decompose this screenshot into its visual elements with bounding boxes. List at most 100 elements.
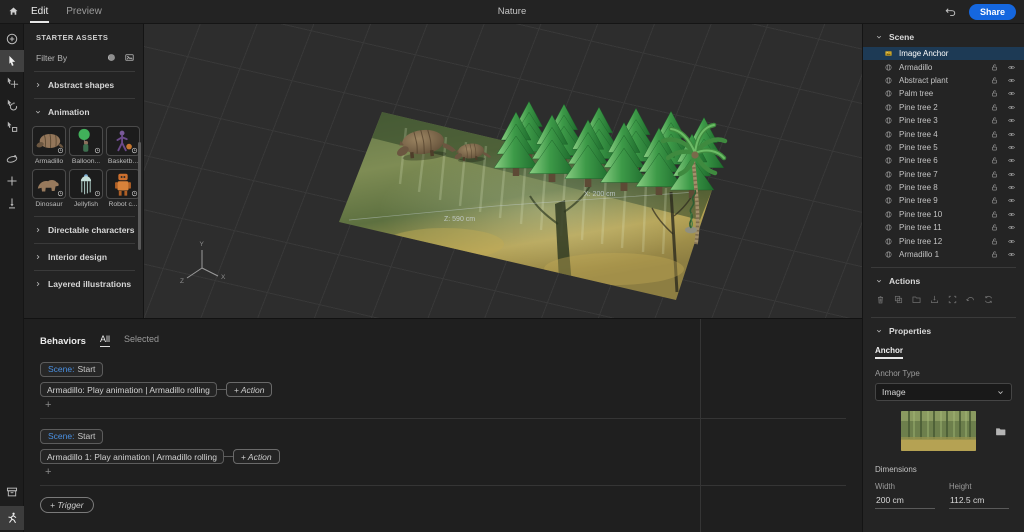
eye-icon[interactable]	[1007, 156, 1016, 165]
delete-action[interactable]	[875, 294, 886, 305]
height-input[interactable]: 112.5 cm	[949, 491, 1009, 509]
lock-open-icon[interactable]	[990, 237, 999, 246]
scene-item-pine-tree-3[interactable]: Pine tree 3	[863, 114, 1024, 127]
replace-action[interactable]	[983, 294, 994, 305]
scene-item-pine-tree-5[interactable]: Pine tree 5	[863, 141, 1024, 154]
lock-open-icon[interactable]	[990, 250, 999, 259]
lock-open-icon[interactable]	[990, 89, 999, 98]
assets-section-3[interactable]: Interior design	[24, 244, 143, 270]
scene-item-armadillo[interactable]: Armadillo	[863, 60, 1024, 73]
action-pill[interactable]: Armadillo 1: Play animation | Armadillo …	[40, 449, 224, 464]
group-action[interactable]	[911, 294, 922, 305]
eye-icon[interactable]	[1007, 250, 1016, 259]
scene-item-pine-tree-10[interactable]: Pine tree 10	[863, 208, 1024, 221]
lock-open-icon[interactable]	[990, 143, 999, 152]
lock-open-icon[interactable]	[990, 116, 999, 125]
import-action[interactable]	[929, 294, 940, 305]
anchor-tab[interactable]: Anchor	[875, 346, 903, 359]
width-input[interactable]: 200 cm	[875, 491, 935, 509]
lock-open-icon[interactable]	[990, 130, 999, 139]
action-pill[interactable]: Armadillo: Play animation | Armadillo ro…	[40, 382, 217, 397]
scene-item-pine-tree-2[interactable]: Pine tree 2	[863, 101, 1024, 114]
behaviors-tab-selected[interactable]: Selected	[124, 334, 159, 346]
scene-item-image-anchor[interactable]: Image Anchor	[863, 47, 1024, 60]
lock-open-icon[interactable]	[990, 156, 999, 165]
orbit-tool[interactable]	[0, 148, 24, 170]
add-action-button[interactable]: + Action	[233, 449, 280, 464]
lock-open-icon[interactable]	[990, 196, 999, 205]
add-action-plus[interactable]: +	[45, 467, 862, 478]
assets-scrollbar[interactable]	[138, 142, 141, 250]
scene-item-armadillo-1[interactable]: Armadillo 1	[863, 248, 1024, 261]
properties-section-header[interactable]: Properties	[863, 318, 1024, 340]
asset-tile-dinosaur[interactable]: Dinosaur	[32, 169, 66, 208]
eye-icon[interactable]	[1007, 237, 1016, 246]
scene-item-pine-tree-9[interactable]: Pine tree 9	[863, 194, 1024, 207]
fit-action[interactable]	[947, 294, 958, 305]
anchor-image-thumbnail[interactable]	[901, 411, 976, 451]
eye-icon[interactable]	[1007, 183, 1016, 192]
scene-item-pine-tree-7[interactable]: Pine tree 7	[863, 168, 1024, 181]
assets-section-0[interactable]: Abstract shapes	[24, 72, 143, 98]
undo-icon[interactable]	[944, 5, 957, 18]
trigger-pill[interactable]: Scene: Start	[40, 362, 103, 377]
asset-tile-jellyfish[interactable]: Jellyfish	[69, 169, 103, 208]
lock-open-icon[interactable]	[990, 183, 999, 192]
scene-item-pine-tree-12[interactable]: Pine tree 12	[863, 234, 1024, 247]
undo-action[interactable]	[965, 294, 976, 305]
image-filter-icon[interactable]	[124, 52, 135, 63]
asset-tile-armadillo[interactable]: Armadillo	[32, 126, 66, 165]
eye-icon[interactable]	[1007, 103, 1016, 112]
folder-icon[interactable]	[994, 425, 1007, 438]
move-tool[interactable]	[0, 72, 24, 94]
3d-filter-icon[interactable]	[106, 52, 117, 63]
asset-tile-basketball[interactable]: Basketb...	[106, 126, 140, 165]
lock-open-icon[interactable]	[990, 210, 999, 219]
eye-icon[interactable]	[1007, 143, 1016, 152]
scene-item-pine-tree-11[interactable]: Pine tree 11	[863, 221, 1024, 234]
assets-section-1[interactable]: Animation	[24, 99, 143, 125]
trigger-pill[interactable]: Scene: Start	[40, 429, 103, 444]
asset-box-tool[interactable]	[0, 480, 24, 504]
scene-item-pine-tree-8[interactable]: Pine tree 8	[863, 181, 1024, 194]
scene-section-header[interactable]: Scene	[863, 24, 1024, 46]
home-button[interactable]	[0, 0, 26, 24]
dolly-tool[interactable]	[0, 192, 24, 214]
eye-icon[interactable]	[1007, 89, 1016, 98]
eye-icon[interactable]	[1007, 223, 1016, 232]
tab-edit[interactable]: Edit	[30, 1, 49, 23]
add-action-plus[interactable]: +	[45, 400, 862, 411]
lock-open-icon[interactable]	[990, 76, 999, 85]
eye-icon[interactable]	[1007, 196, 1016, 205]
add-tool[interactable]	[0, 28, 24, 50]
behaviors-tool[interactable]	[0, 506, 24, 530]
viewport-3d[interactable]: Z: 590 cm X: 200 cm	[144, 24, 862, 318]
tab-preview[interactable]: Preview	[65, 1, 103, 23]
rotate-tool[interactable]	[0, 94, 24, 116]
lock-open-icon[interactable]	[990, 63, 999, 72]
duplicate-action[interactable]	[893, 294, 904, 305]
scene-item-pine-tree-6[interactable]: Pine tree 6	[863, 154, 1024, 167]
assets-section-4[interactable]: Layered illustrations	[24, 271, 143, 297]
asset-tile-robot[interactable]: Robot c...	[106, 169, 140, 208]
select-tool[interactable]	[0, 50, 24, 72]
scene-item-palm-tree[interactable]: Palm tree	[863, 87, 1024, 100]
asset-tile-balloon[interactable]: Balloon...	[69, 126, 103, 165]
scale-tool[interactable]	[0, 116, 24, 138]
share-button[interactable]: Share	[969, 4, 1016, 20]
eye-icon[interactable]	[1007, 130, 1016, 139]
eye-icon[interactable]	[1007, 76, 1016, 85]
scene-item-abstract-plant[interactable]: Abstract plant	[863, 74, 1024, 87]
actions-section-header[interactable]: Actions	[863, 268, 1024, 290]
eye-icon[interactable]	[1007, 210, 1016, 219]
eye-icon[interactable]	[1007, 116, 1016, 125]
add-trigger-button[interactable]: + Trigger	[40, 497, 94, 513]
assets-section-2[interactable]: Directable characters	[24, 217, 143, 243]
lock-open-icon[interactable]	[990, 223, 999, 232]
eye-icon[interactable]	[1007, 63, 1016, 72]
scene-item-pine-tree-4[interactable]: Pine tree 4	[863, 127, 1024, 140]
pan-tool[interactable]	[0, 170, 24, 192]
lock-open-icon[interactable]	[990, 170, 999, 179]
anchor-type-dropdown[interactable]: Image	[875, 383, 1012, 401]
behaviors-tab-all[interactable]: All	[100, 334, 110, 347]
